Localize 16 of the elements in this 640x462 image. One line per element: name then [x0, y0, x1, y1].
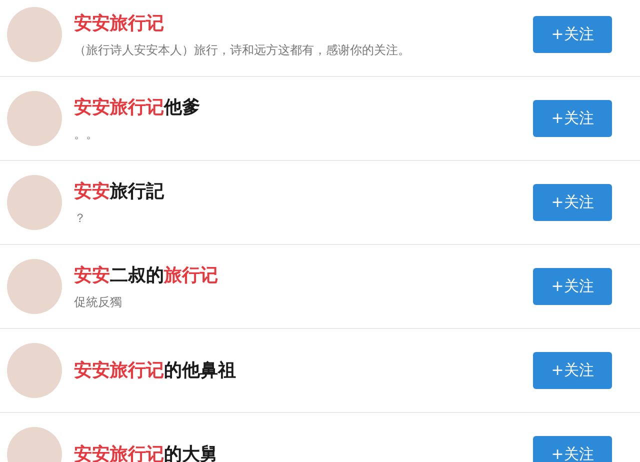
- user-bio: 促統反獨: [74, 294, 123, 310]
- follow-button[interactable]: +关注: [533, 352, 612, 389]
- user-name[interactable]: 安安旅行记的他鼻祖: [74, 358, 533, 382]
- follow-button[interactable]: +关注: [533, 16, 612, 53]
- user-name[interactable]: 安安二叔的旅行记: [74, 264, 533, 288]
- user-name[interactable]: 安安旅行记的大舅: [74, 442, 533, 462]
- follow-button[interactable]: +关注: [533, 268, 612, 305]
- user-bio: 。。: [74, 126, 99, 142]
- user-name[interactable]: 安安旅行记他爹: [74, 96, 533, 120]
- user-name[interactable]: 安安旅行记: [74, 12, 533, 36]
- user-bio: ？: [74, 210, 87, 226]
- follow-button[interactable]: +关注: [533, 436, 612, 462]
- follow-button[interactable]: +关注: [533, 100, 612, 137]
- user-bio: （旅行诗人安安本人）旅行，诗和远方这都有，感谢你的关注。: [74, 42, 411, 58]
- follow-button[interactable]: +关注: [533, 184, 612, 221]
- user-name[interactable]: 安安旅行記: [74, 180, 533, 204]
